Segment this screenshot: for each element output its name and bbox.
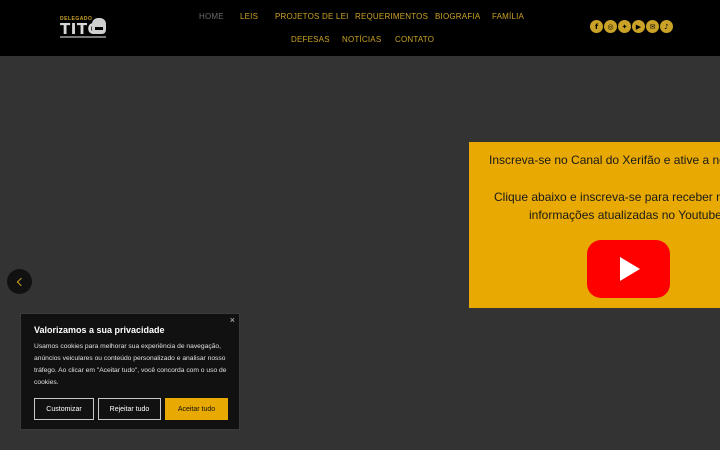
youtube-promo-panel: Inscreva-se no Canal do Xerifão e ative … (469, 142, 720, 308)
facebook-icon[interactable]: f (590, 20, 603, 33)
nav-item-contato[interactable]: CONTATO (395, 35, 434, 44)
promo-line-1: Inscreva-se no Canal do Xerifão e ative … (489, 153, 720, 167)
chevron-left-icon (16, 277, 25, 286)
nav-item-familia[interactable]: FAMÍLIA (492, 12, 524, 21)
play-icon (620, 257, 640, 281)
email-icon[interactable]: ✉ (646, 20, 659, 33)
customize-button[interactable]: Customizar (34, 398, 94, 420)
slider-prev-button[interactable] (7, 269, 32, 294)
nav-item-projetos-de-lei[interactable]: PROJETOS DE LEI (275, 12, 349, 21)
youtube-subscribe-button[interactable] (587, 240, 670, 298)
nav-item-defesas[interactable]: DEFESAS (291, 35, 330, 44)
tiktok-icon[interactable]: ♪ (660, 20, 673, 33)
nav-item-leis[interactable]: LEIS (240, 12, 258, 21)
cookie-consent-dialog: × Valorizamos a sua privacidade Usamos c… (20, 313, 240, 430)
cookie-title: Valorizamos a sua privacidade (34, 325, 165, 335)
cookie-description: Usamos cookies para melhorar sua experiê… (34, 343, 227, 386)
nav-item-home[interactable]: HOME (199, 12, 224, 21)
close-icon[interactable]: × (230, 315, 235, 325)
promo-line-3: informações atualizadas no Youtube (529, 208, 720, 222)
reject-all-button[interactable]: Rejeitar tudo (98, 398, 161, 420)
twitter-icon[interactable]: ✦ (618, 20, 631, 33)
youtube-icon[interactable]: ▶ (632, 20, 645, 33)
nav-item-noticias[interactable]: NOTÍCIAS (342, 35, 381, 44)
nav-item-biografia[interactable]: BIOGRAFIA (435, 12, 480, 21)
accept-all-button[interactable]: Aceitar tudo (165, 398, 228, 420)
social-links: f ◎ ✦ ▶ ✉ ♪ (590, 20, 673, 33)
instagram-icon[interactable]: ◎ (604, 20, 617, 33)
promo-line-2: Clique abaixo e inscreva-se para receber… (494, 190, 720, 204)
nav-item-requerimentos[interactable]: REQUERIMENTOS (355, 12, 428, 21)
site-header: DELEGADO TITO HOME LEIS PROJETOS DE LEI … (0, 0, 720, 56)
